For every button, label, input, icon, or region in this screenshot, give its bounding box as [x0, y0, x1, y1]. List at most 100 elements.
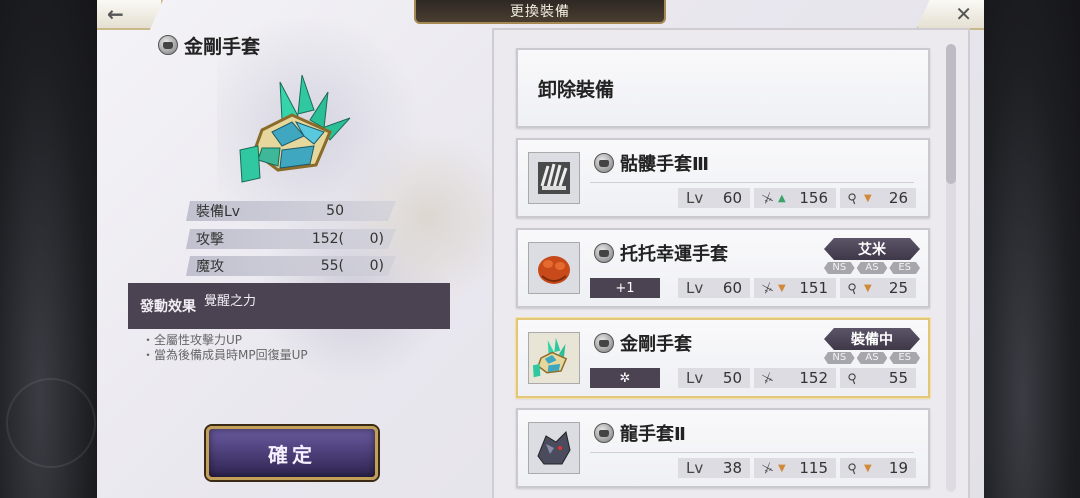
page-title-bar: 更換裝備 — [414, 0, 666, 24]
level-label: Lv — [686, 279, 704, 297]
level-chip: Lv 60 — [678, 188, 750, 208]
confirm-label: 確定 — [268, 442, 316, 467]
stat-key: 裝備Lv — [196, 204, 241, 220]
wand-icon: ⚲ — [845, 190, 860, 208]
effect-desc-line: ・當為後備成員時MP回復量UP — [142, 348, 308, 362]
arrow-down-icon: ▼ — [864, 282, 872, 294]
attack-value: 152 — [799, 369, 828, 387]
item-stats: Lv 60 ⚔ ▲ 156 ⚲ ▼ 26 — [590, 188, 916, 208]
stat-value: 55( — [320, 258, 344, 274]
close-icon: ✕ — [955, 2, 972, 26]
equipped-by-tag: 艾米 — [824, 238, 920, 260]
level-value: 38 — [722, 459, 742, 477]
page-title: 更換裝備 — [510, 4, 570, 20]
skeleton-glove-thumbnail — [528, 152, 580, 204]
attack-value: 156 — [799, 189, 828, 207]
awaken-badge: ✲ — [590, 368, 660, 388]
scroll-thumb[interactable] — [946, 44, 956, 184]
detail-stat-magic: 魔攻 55( 0) — [186, 256, 396, 276]
level-value: 50 — [722, 369, 742, 387]
glove-category-icon — [594, 153, 614, 173]
attack-value: 115 — [799, 459, 828, 477]
attack-chip: ⚔ ▼ 151 — [754, 278, 836, 298]
list-item[interactable]: 骷髏手套Ⅲ Lv 60 ⚔ ▲ 156 ⚲ ▼ 26 — [516, 138, 930, 218]
item-stats: +1 Lv 60 ⚔ ▼ 151 ⚲ ▼ 25 — [590, 278, 916, 298]
stat-bonus: 0) — [369, 231, 384, 247]
stat-key: 攻擊 — [196, 232, 224, 248]
item-name-label: 金剛手套 — [184, 35, 261, 58]
skeleton-glove-icon — [538, 162, 570, 194]
item-name: 金剛手套 — [620, 334, 692, 355]
slot-ns: NS — [824, 262, 855, 274]
slot-es: ES — [889, 352, 920, 364]
level-value: 60 — [722, 189, 742, 207]
wand-icon: ⚲ — [845, 280, 860, 298]
list-item[interactable]: 龍手套Ⅱ Lv 38 ⚔ ▼ 115 ⚲ ▼ 19 — [516, 408, 930, 488]
magic-chip: ⚲ 55 — [840, 368, 916, 388]
slot-as: AS — [857, 352, 888, 364]
effect-label: 發動效果 — [140, 299, 196, 315]
stat-key: 魔攻 — [196, 259, 224, 275]
left-frame — [0, 0, 100, 498]
glove-category-icon — [594, 423, 614, 443]
item-title: 骷髏手套Ⅲ — [594, 150, 709, 176]
glove-category-icon — [158, 35, 178, 55]
magic-value: 55 — [888, 369, 908, 387]
glove-category-icon — [594, 243, 614, 263]
unequip-label: 卸除裝備 — [538, 78, 615, 101]
stat-value: 152( — [311, 231, 344, 247]
equipped-tag: 裝備中 — [824, 328, 920, 350]
effect-desc-line: ・全屬性攻擊力UP — [142, 333, 243, 347]
slot-indicators: NS AS ES — [824, 262, 920, 274]
dragon-glove-thumbnail — [528, 422, 580, 474]
attack-chip: ⚔ 152 — [754, 368, 836, 388]
item-stats: Lv 38 ⚔ ▼ 115 ⚲ ▼ 19 — [590, 458, 916, 478]
level-label: Lv — [686, 369, 704, 387]
gauntlet-icon — [239, 74, 351, 183]
list-scrollbar[interactable] — [946, 44, 956, 492]
wand-icon: ⚲ — [845, 460, 860, 478]
arrow-down-icon: ▼ — [778, 282, 786, 294]
effect-description: ・全屬性攻擊力UP ・當為後備成員時MP回復量UP — [142, 333, 308, 363]
magic-value: 26 — [888, 189, 908, 207]
magic-chip: ⚲ ▼ 26 — [840, 188, 916, 208]
stat-value: 50 — [326, 203, 344, 219]
arrow-up-icon: ▲ — [778, 192, 786, 204]
effect-bar: 發動效果 覺醒之力 — [128, 283, 450, 329]
lucky-glove-thumbnail — [528, 242, 580, 294]
lucky-glove-icon — [538, 256, 570, 284]
item-title: 托托幸運手套 — [594, 240, 728, 266]
item-name: 骷髏手套Ⅲ — [620, 154, 710, 175]
sword-icon: ⚔ — [759, 189, 776, 208]
arrow-down-icon: ▼ — [864, 462, 872, 474]
gauntlet-thumbnail — [528, 332, 580, 384]
right-frame — [984, 0, 1080, 498]
wand-icon: ⚲ — [845, 370, 860, 388]
plus-level-badge: +1 — [590, 278, 660, 298]
item-stats: ✲ Lv 50 ⚔ 152 ⚲ 55 — [590, 368, 916, 388]
item-name: 龍手套Ⅱ — [620, 424, 686, 445]
item-name: 托托幸運手套 — [620, 244, 728, 265]
arrow-down-icon: ▼ — [778, 462, 786, 474]
detail-stat-level: 裝備Lv 50 — [186, 201, 396, 221]
divider — [590, 182, 914, 183]
list-item[interactable]: 托托幸運手套 艾米 NS AS ES +1 Lv 60 ⚔ ▼ 151 ⚲ ▼ 25 — [516, 228, 930, 308]
divider — [590, 452, 914, 453]
slot-indicators: NS AS ES — [824, 352, 920, 364]
level-chip: Lv 50 — [678, 368, 750, 388]
dragon-glove-icon — [537, 431, 571, 465]
confirm-button[interactable]: 確定 — [206, 426, 378, 480]
attack-value: 151 — [799, 279, 828, 297]
stat-bonus: 0) — [369, 258, 384, 274]
level-value: 60 — [722, 279, 742, 297]
gauntlet-icon — [532, 337, 568, 378]
sword-icon: ⚔ — [759, 279, 776, 298]
unequip-button[interactable]: 卸除裝備 — [516, 48, 930, 128]
detail-stat-attack: 攻擊 152( 0) — [186, 229, 396, 249]
attack-chip: ⚔ ▲ 156 — [754, 188, 836, 208]
frame-ornament — [6, 378, 96, 468]
item-title: 金剛手套 — [594, 330, 692, 356]
list-item-selected[interactable]: 金剛手套 裝備中 NS AS ES ✲ Lv 50 ⚔ 152 ⚲ 55 — [516, 318, 930, 398]
level-chip: Lv 38 — [678, 458, 750, 478]
sword-icon: ⚔ — [759, 369, 776, 388]
